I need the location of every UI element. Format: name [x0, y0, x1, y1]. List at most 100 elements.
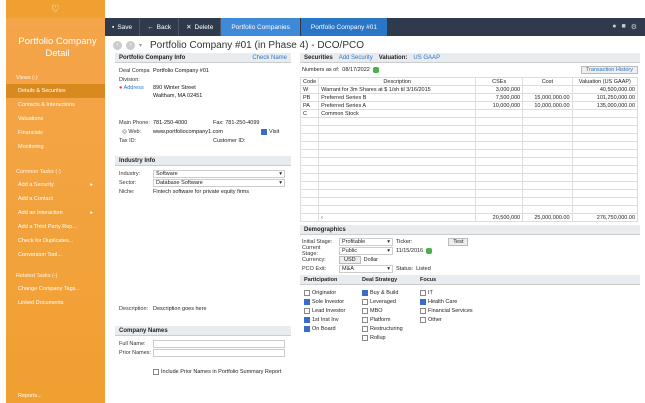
tab-portfolio-company-01[interactable]: Portfolio Company #01: [300, 18, 388, 36]
currency-select[interactable]: USD: [339, 255, 361, 264]
delete-button[interactable]: ✕ Delete: [179, 18, 222, 36]
tag-checkbox[interactable]: [362, 307, 368, 314]
tag-checkbox[interactable]: [304, 316, 310, 323]
chevron-down-icon[interactable]: ▾: [139, 42, 142, 49]
back-circle-icon[interactable]: ‹: [113, 40, 122, 50]
tag-checkbox-row[interactable]: 1st Inst Inv: [304, 315, 362, 324]
fax-value[interactable]: 781-250-4099: [225, 120, 259, 126]
tag-checkbox[interactable]: [362, 289, 368, 296]
table-cell: Warrant for 3m Shares at $ 1/sh til 3/16…: [318, 85, 477, 94]
tab-portfolio-companies[interactable]: Portfolio Companies: [221, 18, 301, 36]
valuation-select[interactable]: US GAAP: [413, 55, 440, 61]
table-column-header[interactable]: Valuation (US GAAP): [571, 77, 639, 86]
table-row[interactable]: C Common Stock: [299, 109, 639, 118]
tag-checkbox-row[interactable]: Buy & Build: [362, 288, 420, 297]
scroll-left-icon[interactable]: ‹: [318, 213, 477, 222]
tag-checkbox[interactable]: [420, 298, 426, 305]
tag-checkbox-row[interactable]: Restructuring: [362, 324, 420, 333]
sidebar-item-view[interactable]: Details & Securities: [6, 84, 105, 98]
views-section-label[interactable]: Views (-): [6, 72, 105, 84]
calendar-icon[interactable]: [426, 247, 433, 254]
sidebar-item-related[interactable]: Linked Documents: [6, 296, 105, 310]
forward-circle-icon[interactable]: ›: [126, 40, 135, 50]
table-column-header[interactable]: Cost: [522, 77, 573, 86]
sidebar-item-view[interactable]: Valuations: [6, 112, 105, 126]
web-value[interactable]: www.portfoliocompany1.com: [153, 129, 261, 135]
address-link[interactable]: Address: [124, 85, 144, 91]
full-name-field[interactable]: [153, 339, 285, 348]
sidebar-item-task[interactable]: Add an Interaction ▸: [6, 206, 105, 220]
tag-checkbox-row[interactable]: Lead Investor: [304, 306, 362, 315]
deal-value[interactable]: Portfolio Company #01: [153, 68, 209, 74]
visit-checkbox[interactable]: [261, 128, 267, 135]
prior-names-field[interactable]: [153, 348, 285, 357]
sidebar-item-task[interactable]: Add a Security ▸: [6, 178, 105, 192]
tag-checkbox-row[interactable]: Sole Investor: [304, 297, 362, 306]
include-prior-checkbox[interactable]: [153, 368, 159, 375]
table-row[interactable]: PA Preferred Series A 10,000,000 10,000,000…: [299, 101, 639, 110]
tag-checkbox-row[interactable]: Financial Services: [420, 306, 473, 315]
tag-checkbox[interactable]: [304, 307, 310, 314]
description-value[interactable]: Description goes here: [153, 306, 207, 312]
check-name-button[interactable]: Check Name: [252, 55, 287, 61]
initial-stage-select[interactable]: Profitable ▾: [339, 237, 393, 246]
sidebar-item-view[interactable]: Contacts & Interactions: [6, 98, 105, 112]
industry-select[interactable]: Software ▾: [153, 169, 285, 178]
add-security-button[interactable]: Add Security: [339, 55, 373, 61]
table-row[interactable]: W Warrant for 3m Shares at $ 1/sh til 3/1…: [299, 85, 639, 94]
reports-link[interactable]: Reports...: [6, 389, 105, 403]
tag-checkbox-row[interactable]: Leveraged: [362, 297, 420, 306]
numbers-as-of-date[interactable]: 08/17/2022: [342, 67, 370, 73]
tag-checkbox[interactable]: [420, 289, 426, 296]
securities-tab[interactable]: Securities: [304, 55, 333, 61]
tag-checkbox[interactable]: [420, 307, 426, 314]
tag-checkbox[interactable]: [362, 334, 368, 341]
tag-label: Sole Investor: [312, 298, 345, 305]
sidebar-item-view[interactable]: Financials: [6, 126, 105, 140]
back-button[interactable]: ← Back: [140, 18, 180, 36]
user-icon[interactable]: ●: [612, 23, 616, 31]
transaction-history-button[interactable]: Transaction History: [580, 66, 638, 74]
tag-checkbox-row[interactable]: Platform: [362, 315, 420, 324]
related-tasks-label[interactable]: Related Tasks (-): [6, 270, 105, 282]
tag-checkbox-row[interactable]: Rollup: [362, 333, 420, 342]
tag-checkbox[interactable]: [362, 298, 368, 305]
tag-checkbox-row[interactable]: Health Care: [420, 297, 473, 306]
tag-checkbox[interactable]: [304, 298, 310, 305]
table-column-header[interactable]: CSEs: [475, 77, 524, 86]
status-value[interactable]: Listed: [416, 266, 431, 272]
camera-icon[interactable]: ■: [621, 23, 625, 31]
common-tasks-label[interactable]: Common Tasks (-): [6, 166, 105, 178]
table-row[interactable]: PB Preferred Series B 7,500,000 15,000,000.…: [299, 93, 639, 102]
tag-checkbox[interactable]: [362, 316, 368, 323]
gear-icon[interactable]: ⚙: [631, 23, 637, 31]
calendar-icon[interactable]: [372, 67, 379, 73]
tag-checkbox-row[interactable]: On Board: [304, 324, 362, 333]
tag-checkbox[interactable]: [420, 316, 426, 323]
tag-checkbox-row[interactable]: MBO: [362, 306, 420, 315]
tag-checkbox[interactable]: [304, 289, 310, 296]
sidebar-item-related[interactable]: Change Company Tags...: [6, 282, 105, 296]
table-column-header[interactable]: Description: [318, 77, 477, 86]
tag-checkbox[interactable]: [362, 325, 368, 332]
sidebar-item-view[interactable]: Monitoring: [6, 140, 105, 154]
sector-select[interactable]: Database Software ▾: [153, 178, 285, 187]
table-total-cell: 276,750,000.00: [571, 213, 639, 222]
pco-exit-select[interactable]: M&A ▾: [339, 264, 393, 273]
sidebar-item-task[interactable]: Check for Duplicates...: [6, 234, 105, 248]
tag-checkbox[interactable]: [304, 325, 310, 332]
current-stage-select[interactable]: Public ▾: [339, 246, 393, 255]
sidebar-item-task[interactable]: Add a Contact: [6, 192, 105, 206]
save-button[interactable]: ▪ Save: [105, 18, 141, 36]
sidebar-item-task[interactable]: Add a Third Party Rep...: [6, 220, 105, 234]
tag-checkbox-row[interactable]: Originator: [304, 288, 362, 297]
table-column-header[interactable]: Code: [299, 77, 320, 86]
tag-checkbox-row[interactable]: IT: [420, 288, 473, 297]
sidebar-item-task[interactable]: Conversion Tool...: [6, 248, 105, 262]
back-label: Back: [156, 23, 172, 31]
current-stage-date[interactable]: 11/15/2016: [396, 248, 423, 254]
tag-checkbox-row[interactable]: Other: [420, 315, 473, 324]
phone-value[interactable]: 781-250-4000: [153, 120, 213, 126]
niche-value[interactable]: Fintech software for private equity firm…: [153, 189, 249, 195]
test-button[interactable]: Test: [448, 237, 469, 246]
